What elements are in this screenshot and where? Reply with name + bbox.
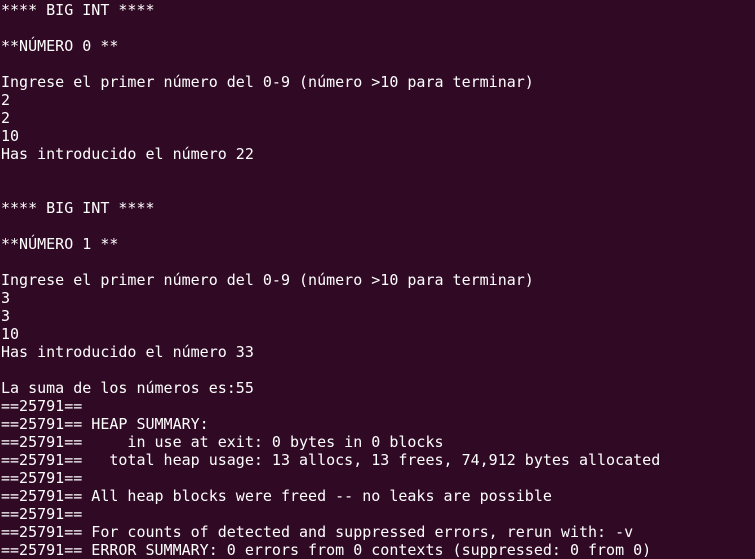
terminal-line: Has introducido el número 33: [1, 343, 254, 361]
terminal-output: **** BIG INT **** **NÚMERO 0 ** Ingrese el…: [0, 0, 755, 559]
terminal-line: ==25791==: [1, 505, 83, 523]
terminal-line: 2: [1, 109, 11, 127]
terminal-line: Ingrese el primer número del 0-9 (número…: [1, 73, 534, 91]
terminal-line: ==25791==: [1, 397, 83, 415]
terminal-line: 2: [1, 91, 11, 109]
terminal-line: 3: [1, 289, 11, 307]
terminal-line: **** BIG INT ****: [1, 199, 155, 217]
terminal-line: ==25791== For counts of detected and sup…: [1, 523, 634, 541]
terminal-line: ==25791== All heap blocks were freed -- …: [1, 487, 552, 505]
terminal-line: Ingrese el primer número del 0-9 (número…: [1, 271, 534, 289]
terminal-line: ==25791== HEAP SUMMARY:: [1, 415, 209, 433]
terminal-line: La suma de los números es:55: [1, 379, 254, 397]
terminal-window[interactable]: **** BIG INT **** **NÚMERO 0 ** Ingrese el…: [0, 0, 755, 559]
terminal-line: ==25791==: [1, 469, 83, 487]
terminal-line: ==25791== ERROR SUMMARY: 0 errors from 0…: [1, 541, 652, 559]
terminal-line: 10: [1, 325, 20, 343]
terminal-line: 3: [1, 307, 11, 325]
terminal-line: ==25791== total heap usage: 13 allocs, 1…: [1, 451, 661, 469]
terminal-line: **** BIG INT ****: [1, 1, 155, 19]
terminal-line: Has introducido el número 22: [1, 145, 254, 163]
terminal-line: **NÚMERO 1 **: [1, 235, 119, 253]
terminal-line: **NÚMERO 0 **: [1, 37, 119, 55]
terminal-line: 10: [1, 127, 20, 145]
terminal-line: ==25791== in use at exit: 0 bytes in 0 b…: [1, 433, 444, 451]
